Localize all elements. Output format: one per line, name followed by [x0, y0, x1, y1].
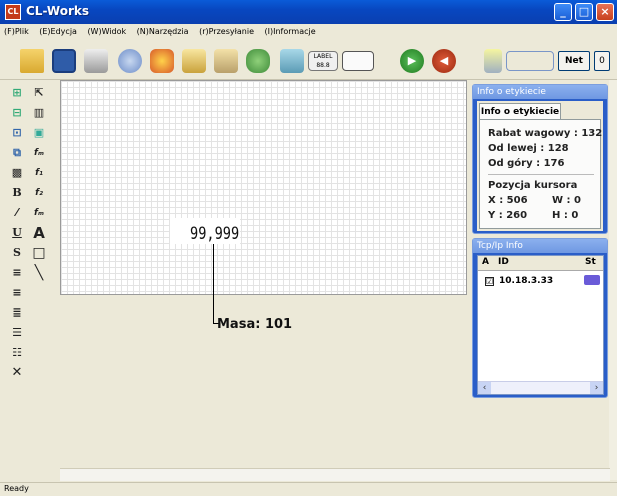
printer-settings-icon[interactable]: [214, 49, 238, 73]
cursor-x-label: X : 506: [488, 195, 528, 206]
printer-preview-icon[interactable]: [182, 49, 206, 73]
select-arrow-icon[interactable]: ⇱: [30, 84, 48, 102]
close-button[interactable]: ×: [596, 3, 614, 21]
menu-przesylanie[interactable]: (r)Przesyłanie: [195, 24, 257, 36]
ip-address[interactable]: 10.18.3.33: [499, 276, 553, 286]
align-left-icon[interactable]: ≡: [8, 264, 26, 282]
info-panel: Info o etykiecie Info o etykiecie Rabat …: [472, 84, 608, 234]
text-icon[interactable]: A: [30, 224, 48, 242]
net-button[interactable]: Net: [558, 51, 590, 71]
ungroup-icon[interactable]: ⧉: [8, 144, 26, 162]
toolbar: LABEL 88.8 ▶ ◀ Net 0: [0, 40, 617, 80]
horizontal-scrollbar[interactable]: ‹ ›: [478, 381, 603, 394]
left-offset-label: Od lewej : 128: [488, 143, 569, 154]
function-icon[interactable]: fₘ: [30, 144, 48, 162]
underline-icon[interactable]: U: [8, 224, 26, 242]
label-icon[interactable]: [118, 49, 142, 73]
cursor-y-label: Y : 260: [488, 210, 528, 221]
tab-info[interactable]: Info o etykiecie: [479, 103, 561, 120]
label-canvas[interactable]: [60, 80, 467, 295]
cursor-header: Pozycja kursora: [488, 180, 578, 191]
vertical-scrollbar[interactable]: [609, 80, 617, 480]
menu-informacje[interactable]: (I)Informacje: [261, 24, 319, 36]
function-1-icon[interactable]: f₁: [30, 164, 48, 182]
status-bar: Ready: [0, 482, 617, 496]
image-icon[interactable]: ▣: [30, 124, 48, 142]
menu-bar: (F)Plik (E)Edycja (W)Widok (N)Narzędzia …: [0, 24, 617, 40]
col-a[interactable]: A: [482, 257, 489, 267]
print-icon[interactable]: [84, 49, 108, 73]
back-icon[interactable]: ◀: [432, 49, 456, 73]
frame-icon[interactable]: ▩: [8, 164, 26, 182]
cursor-h-label: H : 0: [552, 210, 579, 221]
function-3-icon[interactable]: fₘ: [30, 204, 48, 222]
col-id[interactable]: ID: [498, 257, 509, 267]
save-icon[interactable]: [52, 49, 76, 73]
star-icon[interactable]: [150, 49, 174, 73]
group-icon[interactable]: ⊡: [8, 124, 26, 142]
bold-icon[interactable]: B: [8, 184, 26, 202]
app-icon[interactable]: CL: [5, 4, 21, 20]
strike-icon[interactable]: S: [8, 244, 26, 262]
top-offset-label: Od góry : 176: [488, 158, 565, 169]
tcp-panel-header: Tcp/Ip Info: [473, 239, 607, 253]
function-2-icon[interactable]: f₂: [30, 184, 48, 202]
zero-button[interactable]: 0: [594, 51, 610, 71]
line-icon[interactable]: ╲: [30, 264, 48, 282]
status-icon: [584, 275, 600, 285]
info-panel-header: Info o etykiecie: [473, 85, 607, 99]
info-content: Rabat wagowy : 132 Od lewej : 128 Od gór…: [479, 119, 603, 229]
rabat-label: Rabat wagowy : 132: [488, 128, 603, 139]
delete-icon[interactable]: ✕: [8, 364, 26, 382]
forward-icon[interactable]: ▶: [400, 49, 424, 73]
ruler-icon[interactable]: [342, 51, 374, 71]
align-center-icon[interactable]: ≡: [8, 284, 26, 302]
value-field-text: 99,999: [190, 224, 240, 244]
row-checkbox[interactable]: ☑: [485, 277, 494, 286]
maximize-button[interactable]: □: [575, 3, 593, 21]
scroll-right-icon[interactable]: ›: [590, 382, 603, 394]
align-icon[interactable]: ⊞: [8, 84, 26, 102]
menu-edycja[interactable]: (E)Edycja: [35, 24, 80, 36]
menu-plik[interactable]: (F)Plik: [0, 24, 32, 36]
barcode-icon[interactable]: ▥: [30, 104, 48, 122]
tcp-list[interactable]: A ID St ☑ 10.18.3.33 ‹ ›: [477, 255, 604, 395]
window-title: CL-Works: [26, 4, 89, 18]
minimize-button[interactable]: _: [554, 3, 572, 21]
col-st[interactable]: St: [585, 257, 596, 267]
title-bar: CL CL-Works _ □ ×: [0, 0, 617, 24]
distribute-icon[interactable]: ☰: [8, 324, 26, 342]
italic-icon[interactable]: ⁄: [8, 204, 26, 222]
cursor-w-label: W : 0: [552, 195, 581, 206]
menu-widok[interactable]: (W)Widok: [83, 24, 129, 36]
align-right-icon[interactable]: ⊟: [8, 104, 26, 122]
annotation-leader-line: [213, 244, 214, 324]
tools-icon[interactable]: [484, 49, 502, 73]
open-folder-icon[interactable]: [20, 49, 44, 73]
design-icon[interactable]: [246, 49, 270, 73]
address-field[interactable]: [506, 51, 554, 71]
grid-icon[interactable]: [280, 49, 304, 73]
align-justify-icon[interactable]: ≣: [8, 304, 26, 322]
bottom-scrollbar[interactable]: [60, 468, 610, 481]
rectangle-icon[interactable]: □: [30, 244, 48, 262]
tcp-panel: Tcp/Ip Info A ID St ☑ 10.18.3.33 ‹ ›: [472, 238, 608, 398]
tool-palette: ⊞ ⇱ ⊟ ▥ ⊡ ▣ ⧉ fₘ ▩ f₁ B f₂ ⁄ fₘ U A S □ …: [8, 84, 56, 380]
info-panel-body: Info o etykiecie Rabat wagowy : 132 Od l…: [477, 101, 603, 231]
tcp-list-header: A ID St: [478, 256, 603, 271]
status-text: Ready: [4, 484, 29, 493]
menu-narzedzia[interactable]: (N)Narzędzia: [133, 24, 192, 36]
label-preview-icon[interactable]: LABEL 88.8: [308, 51, 338, 71]
scroll-left-icon[interactable]: ‹: [478, 382, 491, 394]
annotation-label: Masa: 101: [217, 317, 293, 332]
distribute-vertical-icon[interactable]: ☷: [8, 344, 26, 362]
divider: [488, 174, 594, 175]
